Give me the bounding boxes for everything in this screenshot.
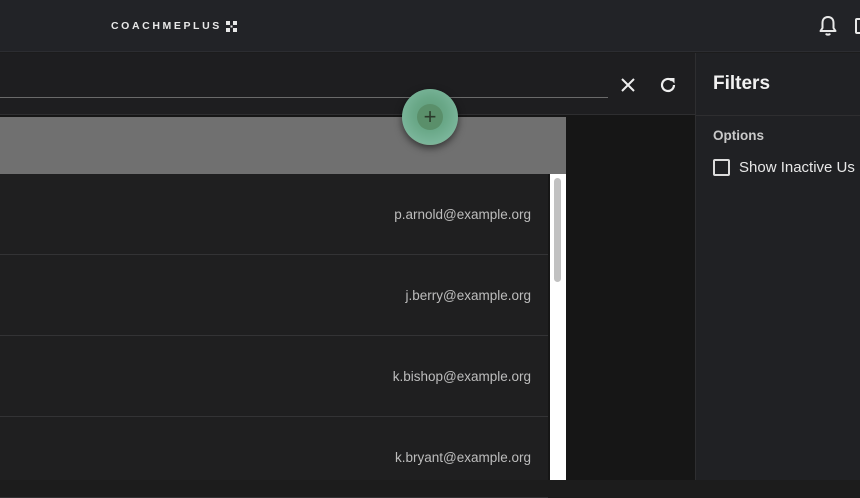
table-header — [0, 117, 566, 174]
options-label: Options — [713, 128, 764, 143]
filters-panel: Filters Options Show Inactive Us — [695, 53, 860, 480]
scrollbar-thumb[interactable] — [554, 178, 561, 282]
device-icon[interactable] — [855, 18, 860, 34]
show-inactive-checkbox[interactable] — [713, 159, 730, 176]
user-list: p.arnold@example.org j.berry@example.org… — [0, 174, 548, 498]
table-row[interactable]: p.arnold@example.org — [0, 174, 548, 255]
row-email: p.arnold@example.org — [394, 207, 531, 222]
filters-title: Filters — [713, 73, 771, 94]
plus-icon: + — [417, 104, 443, 130]
table-row[interactable]: j.berry@example.org — [0, 255, 548, 336]
clear-search-button[interactable] — [616, 73, 640, 97]
bell-icon[interactable] — [818, 15, 838, 37]
table-row[interactable]: k.bishop@example.org — [0, 336, 548, 417]
row-email: k.bryant@example.org — [394, 450, 531, 465]
list-scrollbar[interactable] — [550, 174, 566, 480]
app-logo[interactable]: COACHMEPLUS — [111, 19, 237, 33]
search-input[interactable] — [0, 67, 608, 98]
refresh-button[interactable] — [656, 73, 680, 97]
row-email: j.berry@example.org — [405, 288, 531, 303]
table-row[interactable]: k.bryant@example.org — [0, 417, 548, 498]
logo-text: COACHMEPLUS — [111, 20, 222, 32]
row-email: k.bishop@example.org — [392, 369, 531, 384]
top-bar: COACHMEPLUS — [0, 0, 860, 52]
refresh-icon — [660, 77, 676, 93]
filters-divider — [696, 115, 860, 116]
search-bar — [0, 53, 695, 115]
logo-mark-icon — [225, 20, 237, 32]
close-icon — [621, 78, 635, 92]
add-user-button[interactable]: + — [402, 89, 458, 145]
show-inactive-users-toggle[interactable]: Show Inactive Us — [713, 159, 855, 176]
show-inactive-label: Show Inactive Us — [739, 159, 855, 176]
